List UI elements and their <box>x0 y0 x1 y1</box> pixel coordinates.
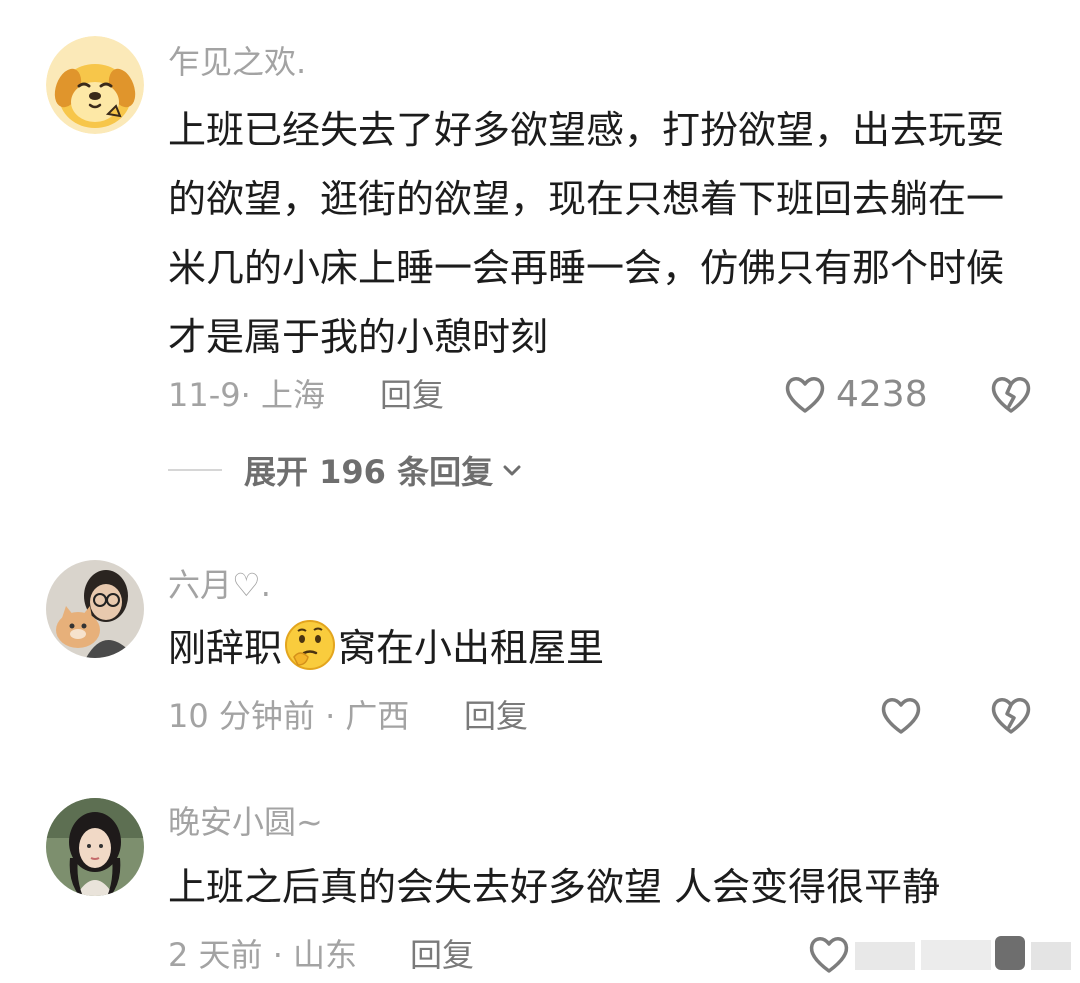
comment-text-part: 窝在小出租屋里 <box>338 626 605 670</box>
comment-text: 上班之后真的会失去好多欲望 人会变得很平静 <box>168 865 941 909</box>
expand-replies-button[interactable]: 展开 196 条回复 <box>168 448 525 492</box>
heart-icon <box>881 698 921 734</box>
comment-meta: 11-9· 上海 <box>168 376 325 414</box>
comment-meta: 10 分钟前 · 广西 <box>168 697 410 735</box>
broken-heart-icon <box>991 698 1031 734</box>
person-with-cat-avatar-icon <box>46 560 144 658</box>
broken-heart-icon <box>991 377 1031 413</box>
like-button[interactable] <box>878 693 924 739</box>
chevron-down-icon <box>503 465 521 476</box>
dislike-button[interactable] <box>988 693 1034 739</box>
avatar[interactable] <box>46 36 144 134</box>
comment-meta: 2 天前 · 山东 <box>168 936 358 974</box>
watermark-icon <box>855 936 1071 970</box>
like-count: 4238 <box>836 374 928 415</box>
reply-button[interactable]: 回复 <box>380 375 444 415</box>
avatar[interactable] <box>46 560 144 658</box>
expand-replies-label: 展开 196 条回复 <box>244 453 494 491</box>
cartoon-dog-avatar-icon <box>46 36 144 134</box>
reply-button[interactable]: 回复 <box>464 696 528 736</box>
dislike-button[interactable] <box>988 372 1034 418</box>
divider-line <box>168 469 222 471</box>
thinking-face-emoji-icon <box>282 617 338 673</box>
girl-portrait-avatar-icon <box>46 798 144 896</box>
watermark-overlay <box>845 932 1075 978</box>
username[interactable]: 晚安小圆~ <box>168 802 323 842</box>
comment-text: 刚辞职 窝在小出租屋里 <box>168 614 1028 683</box>
username[interactable]: 乍见之欢. <box>168 42 306 82</box>
like-button[interactable]: 4238 <box>782 372 928 418</box>
avatar[interactable] <box>46 798 144 896</box>
heart-icon <box>785 377 825 413</box>
reply-button[interactable]: 回复 <box>410 935 474 975</box>
username[interactable]: 六月♡. <box>168 565 271 605</box>
comment-text-part: 刚辞职 <box>168 626 283 670</box>
comment-text: 上班已经失去了好多欲望感，打扮欲望，出去玩耍的欲望，逛街的欲望，现在只想着下班回… <box>168 108 1005 359</box>
